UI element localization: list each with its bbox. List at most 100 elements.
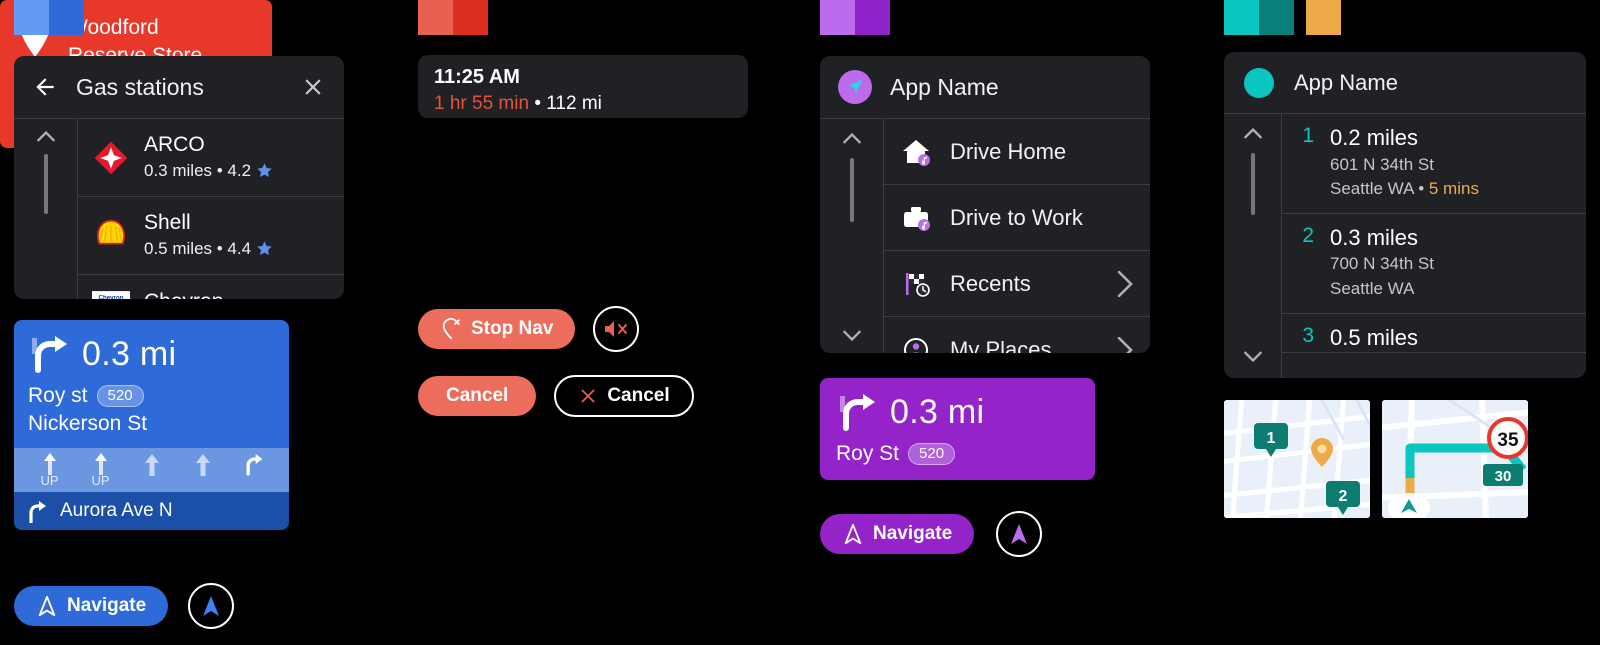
recenter-button[interactable] <box>188 583 235 629</box>
list-item[interactable]: 2 0.3 miles 700 N 34th St Seattle WA <box>1282 214 1586 314</box>
item-address-2: Seattle WA <box>1330 279 1415 299</box>
map-thumbnail-1[interactable]: 1 2 <box>1224 400 1370 518</box>
navigation-arrow-icon <box>844 523 862 545</box>
list-item[interactable]: Chevron Chevron <box>78 275 344 299</box>
item-separator: • <box>1413 179 1429 199</box>
flag-clock-icon <box>906 272 930 297</box>
station-name: Chevron <box>144 289 223 299</box>
svg-text:35: 35 <box>1497 430 1519 451</box>
swatch-blue-dark <box>49 0 84 35</box>
blue-distance: 0.3 mi <box>82 334 177 373</box>
scrollbar-thumb[interactable] <box>1250 153 1255 215</box>
menu-label: Drive Home <box>950 138 1067 164</box>
scrollbar-rail[interactable] <box>820 119 884 353</box>
stop-nav-icon <box>442 318 460 340</box>
scrollbar-rail[interactable] <box>14 119 78 299</box>
purple-street-name: Roy St <box>836 442 900 465</box>
back-arrow-icon[interactable] <box>32 74 58 100</box>
eta-separator: • <box>529 93 547 114</box>
menu-label: My Places <box>950 336 1052 354</box>
list-item[interactable]: 1 0.2 miles 601 N 34th St Seattle WA • 5… <box>1282 114 1586 214</box>
screenshot-canvas: Gas stations ARCO 0.3 miles • 4.2 Shell … <box>0 0 1600 645</box>
star-icon <box>257 163 272 178</box>
list-item[interactable]: 3 0.5 miles <box>1282 314 1586 354</box>
chevron-down-icon[interactable] <box>1242 351 1264 364</box>
panel-header: Gas stations <box>14 56 344 119</box>
chevron-right-icon[interactable] <box>1116 270 1134 297</box>
map-thumbnails: 1 2 30 35 <box>1224 400 1528 518</box>
cancel-button-filled[interactable]: Cancel <box>418 376 537 416</box>
app-name: App Name <box>890 73 999 100</box>
swatch-purple-light <box>820 0 855 35</box>
shell-logo <box>92 217 130 255</box>
station-name: Shell <box>144 210 191 234</box>
teal-route-rows: 1 0.2 miles 601 N 34th St Seattle WA • 5… <box>1282 114 1586 378</box>
chevron-right-icon[interactable] <box>1116 336 1134 354</box>
navigation-arrow-icon <box>38 595 56 617</box>
close-icon[interactable] <box>300 74 326 100</box>
gas-station-rows: ARCO 0.3 miles • 4.2 Shell 0.5 miles • 4… <box>78 119 344 299</box>
map-thumbnail-2[interactable]: 30 35 <box>1382 400 1528 518</box>
speed-limit-badge: 35 <box>1487 417 1528 459</box>
lane-item <box>126 452 177 476</box>
chevron-up-icon[interactable] <box>841 131 863 144</box>
mute-button[interactable] <box>593 306 640 352</box>
blue-street-name: Roy st <box>28 384 88 407</box>
app-name: App Name <box>1294 69 1398 95</box>
stop-nav-button[interactable]: Stop Nav <box>418 309 576 349</box>
item-number: 3 <box>1302 323 1314 347</box>
list-item[interactable]: ARCO 0.3 miles • 4.2 <box>78 119 344 197</box>
lane-item: UP <box>75 452 126 488</box>
station-name: ARCO <box>144 132 205 156</box>
menu-item-my-places[interactable]: My Places <box>884 317 1150 353</box>
cancel-label: Cancel <box>446 385 509 406</box>
scrollbar-thumb[interactable] <box>43 154 48 214</box>
menu-item-drive-to-work[interactable]: Drive to Work <box>884 185 1150 251</box>
recenter-button[interactable] <box>996 511 1043 557</box>
menu-item-drive-home[interactable]: Drive Home <box>884 119 1150 185</box>
red-action-row-2: Cancel Cancel <box>418 375 694 417</box>
eta-distance: 112 mi <box>546 93 602 114</box>
item-address-1: 601 N 34th St <box>1330 154 1434 174</box>
eta-arrival-time: 11:25 AM <box>434 66 520 88</box>
turn-right-icon <box>32 336 67 373</box>
chevron-up-icon[interactable] <box>1242 126 1264 139</box>
chevron-down-icon[interactable] <box>841 330 863 343</box>
blue-street-name-2: Nickerson St <box>28 412 148 435</box>
lane-straight-icon <box>195 454 210 476</box>
scrollbar-rail[interactable] <box>1224 114 1282 378</box>
arco-logo <box>92 139 130 177</box>
lane-item <box>177 452 228 476</box>
scrollbar-thumb[interactable] <box>849 158 854 222</box>
panel-title: Gas stations <box>76 73 204 100</box>
item-address-1: 700 N 34th St <box>1330 254 1434 274</box>
blue-action-row: Navigate <box>14 583 235 629</box>
purple-distance: 0.3 mi <box>890 392 985 431</box>
navigation-arrow-icon <box>848 79 863 94</box>
navigation-arrow-filled-icon <box>1011 524 1028 544</box>
item-address-2: Seattle WA <box>1330 179 1414 199</box>
lane-straight-icon <box>144 454 159 476</box>
route-label-badge: 30 <box>1483 464 1523 486</box>
cancel-button-outline[interactable]: Cancel <box>554 375 694 417</box>
panel-body: ARCO 0.3 miles • 4.2 Shell 0.5 miles • 4… <box>14 119 344 299</box>
menu-label: Drive to Work <box>950 204 1083 230</box>
app-avatar <box>838 70 872 104</box>
navigate-button[interactable]: Navigate <box>820 514 975 554</box>
next-road-name: Aurora Ave N <box>60 500 173 521</box>
person-pin-icon <box>904 337 928 353</box>
svg-text:30: 30 <box>1495 468 1512 485</box>
list-item[interactable]: Shell 0.5 miles • 4.4 <box>78 197 344 275</box>
menu-item-recents[interactable]: Recents <box>884 251 1150 317</box>
purple-app-panel: App Name Drive Home Drive to Work Recent… <box>820 56 1150 353</box>
blue-swatches <box>14 0 84 35</box>
close-icon <box>581 389 595 403</box>
navigate-button[interactable]: Navigate <box>14 586 169 626</box>
station-sub: 0.5 miles • 4.4 <box>144 238 252 258</box>
panel-header: App Name <box>1224 52 1586 114</box>
chevron-up-icon[interactable] <box>35 129 57 142</box>
app-avatar <box>1244 67 1274 98</box>
swatch-teal-light <box>1224 0 1259 35</box>
navigate-label: Navigate <box>873 523 953 544</box>
purple-action-row: Navigate <box>820 511 1043 557</box>
